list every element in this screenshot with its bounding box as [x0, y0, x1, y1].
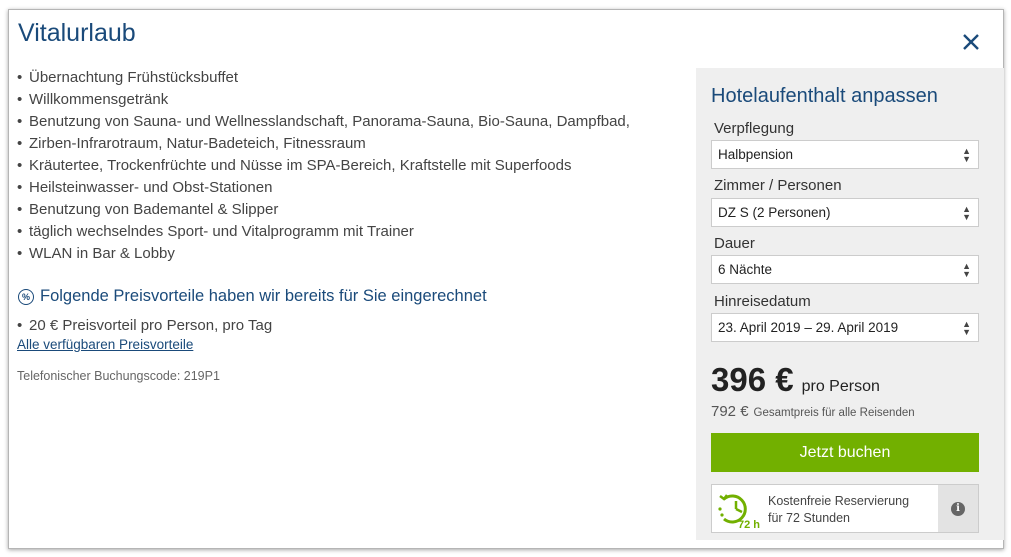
list-item: Kräutertee, Trockenfrüchte und Nüsse im …	[17, 155, 677, 177]
reservation-line-2: für 72 Stunden	[768, 511, 851, 525]
advantages-heading: % Folgende Preisvorteile haben wir berei…	[18, 287, 487, 306]
list-item: Willkommensgetränk	[17, 89, 677, 111]
price-per-person: 396 € pro Person	[711, 361, 880, 399]
info-icon: i	[951, 501, 965, 516]
arrival-date-value: 23. April 2019 – 29. April 2019	[718, 320, 899, 335]
advantages-list: 20 € Preisvorteil pro Person, pro Tag	[17, 315, 272, 337]
select-arrows-icon: ▲ ▼	[962, 318, 971, 337]
total-amount: 792 €	[711, 403, 749, 420]
meal-plan-value: Halbpension	[718, 147, 794, 162]
clock-72h-label: 72 h	[738, 519, 760, 531]
feature-list: Übernachtung Frühstücksbuffet Willkommen…	[17, 67, 677, 265]
duration-select[interactable]: 6 Nächte ▲ ▼	[711, 255, 979, 284]
room-persons-value: DZ S (2 Personen)	[718, 205, 831, 220]
price-amount: 396 €	[711, 361, 794, 398]
list-item: täglich wechselndes Sport- und Vitalprog…	[17, 221, 677, 243]
book-now-button[interactable]: Jetzt buchen	[711, 433, 979, 472]
panel-title: Hotelaufenthalt anpassen	[711, 85, 938, 107]
percent-icon: %	[18, 288, 34, 305]
meal-plan-label: Verpflegung	[714, 120, 795, 137]
list-item: Heilsteinwasser- und Obst-Stationen	[17, 177, 677, 199]
modal-title: Vitalurlaub	[18, 19, 136, 47]
arrival-date-select[interactable]: 23. April 2019 – 29. April 2019 ▲ ▼	[711, 313, 979, 342]
modal-dialog: Vitalurlaub Übernachtung Frühstücksbuffe…	[8, 9, 1004, 549]
free-reservation-box: 72 h Kostenfreie Reservierung für 72 Stu…	[711, 484, 979, 533]
list-item: Benutzung von Sauna- und Wellnesslandsch…	[17, 111, 677, 133]
list-item: WLAN in Bar & Lobby	[17, 243, 677, 265]
all-advantages-link[interactable]: Alle verfügbaren Preisvorteile	[17, 337, 193, 352]
duration-value: 6 Nächte	[718, 262, 773, 277]
total-price: 792 € Gesamtpreis für alle Reisenden	[711, 403, 915, 420]
select-arrows-icon: ▲ ▼	[962, 145, 971, 164]
clock-72h-icon: 72 h	[712, 485, 768, 532]
duration-label: Dauer	[714, 235, 755, 252]
list-item: Benutzung von Bademantel & Slipper	[17, 199, 677, 221]
list-item: 20 € Preisvorteil pro Person, pro Tag	[17, 315, 272, 337]
meal-plan-select[interactable]: Halbpension ▲ ▼	[711, 140, 979, 169]
booking-code: Telefonischer Buchungscode: 219P1	[17, 369, 220, 383]
advantages-heading-text: Folgende Preisvorteile haben wir bereits…	[40, 287, 487, 305]
price-unit: pro Person	[801, 378, 880, 395]
close-icon[interactable]	[961, 32, 981, 52]
booking-panel: Hotelaufenthalt anpassen Verpflegung Hal…	[696, 68, 1004, 540]
select-arrows-icon: ▲ ▼	[962, 203, 971, 222]
select-arrows-icon: ▲ ▼	[962, 260, 971, 279]
room-persons-label: Zimmer / Personen	[714, 177, 842, 194]
list-item-continuation: Zirben-Infrarotraum, Natur-Badeteich, Fi…	[17, 133, 677, 155]
reservation-line-1: Kostenfreie Reservierung	[768, 494, 910, 508]
reservation-text: Kostenfreie Reservierung für 72 Stunden	[768, 485, 938, 532]
room-persons-select[interactable]: DZ S (2 Personen) ▲ ▼	[711, 198, 979, 227]
reservation-info-button[interactable]: i	[938, 485, 978, 532]
list-item: Übernachtung Frühstücksbuffet	[17, 67, 677, 89]
total-note: Gesamtpreis für alle Reisenden	[753, 407, 915, 419]
arrival-date-label: Hinreisedatum	[714, 293, 811, 310]
